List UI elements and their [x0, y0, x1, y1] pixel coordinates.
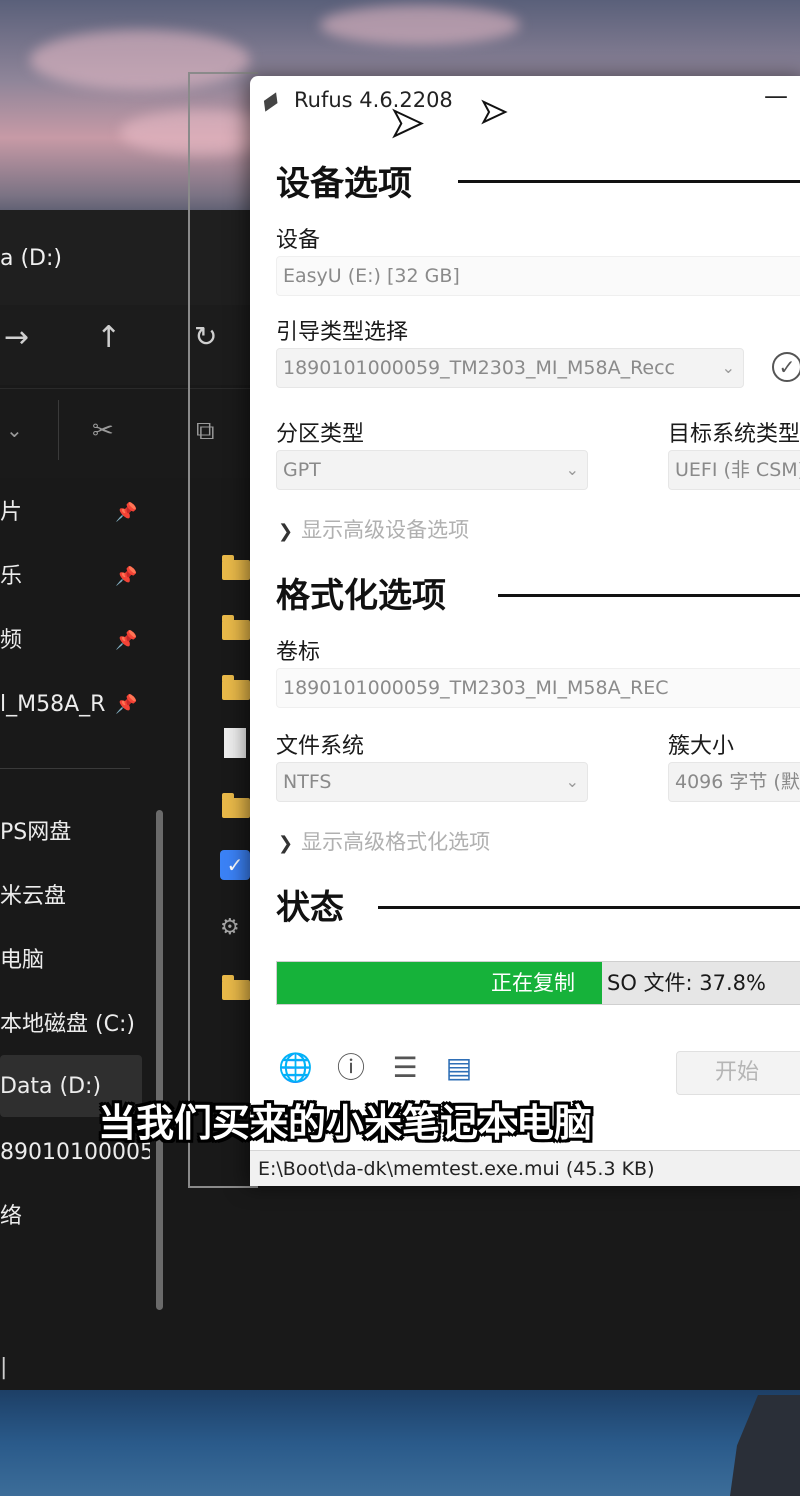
window-title: Rufus 4.6.2208 [294, 88, 453, 112]
partition-scheme-value: GPT [283, 459, 321, 481]
partition-scheme-label: 分区类型 [276, 422, 365, 447]
progress-text-highlighted: 正在复制 [491, 971, 575, 995]
target-system-label: 目标系统类型 [668, 422, 800, 447]
sidebar-scrollbar[interactable] [156, 810, 163, 1310]
sidebar-item-this-pc[interactable]: 电脑 [0, 936, 150, 986]
pin-icon: 📌 [115, 694, 138, 715]
file-system-select[interactable]: NTFS ⌄ [276, 762, 588, 802]
log-icon[interactable]: ▤ [442, 1051, 476, 1085]
file-system-label: 文件系统 [276, 734, 365, 759]
sidebar-item-label: 乐 [0, 564, 23, 589]
volume-label-value: 1890101000059_TM2303_MI_M58A_REC [283, 677, 669, 699]
chevron-down-icon: ⌄ [721, 358, 735, 377]
advanced-device-toggle[interactable]: ❯ 显示高级设备选项 [278, 514, 469, 544]
device-label: 设备 [276, 228, 321, 253]
sidebar-item-label: PS网盘 [0, 820, 72, 845]
forward-arrow-icon[interactable]: → [4, 320, 29, 355]
sidebar-item-network[interactable]: 络 [0, 1192, 150, 1242]
cut-icon[interactable]: ✂ [92, 416, 114, 446]
chevron-down-icon: ❯ [278, 833, 294, 854]
desktop-wallpaper-bottom [0, 1390, 800, 1496]
cluster-size-select[interactable]: 4096 字节 (默认) [668, 762, 800, 802]
explorer-title: a (D:) [0, 246, 62, 271]
progress-bar: 正在复制 SO 文件: 37.8% [276, 961, 800, 1005]
status-bar: E:\Boot\da-dk\memtest.exe.mui (45.3 KB) [250, 1150, 800, 1186]
chevron-down-icon: ⌄ [565, 772, 579, 791]
sidebar-item-local-disk-c[interactable]: 本地磁盘 (C:) [0, 1000, 150, 1050]
toolbar-divider [58, 400, 59, 460]
up-arrow-icon[interactable]: ↑ [96, 320, 121, 355]
sidebar-item-videos[interactable]: 频 📌 [0, 616, 150, 666]
mouse-cursor-icon: ➤ [479, 91, 508, 131]
sidebar-item-wps-drive[interactable]: PS网盘 [0, 808, 150, 858]
minimize-button[interactable]: — [764, 82, 788, 110]
sidebar-divider [0, 768, 130, 769]
chevron-down-icon: ❯ [278, 521, 294, 542]
progress-text-remaining: SO 文件: 37.8% [607, 971, 766, 995]
sidebar-item-label: 本地磁盘 (C:) [0, 1012, 135, 1037]
boot-selection-value: 1890101000059_TM2303_MI_M58A_Recc [283, 357, 675, 379]
settings-sliders-icon[interactable]: ☰ [388, 1051, 422, 1085]
boot-selection-label: 引导类型选择 [276, 320, 409, 345]
section-status: 状态 [276, 888, 344, 928]
section-rule [378, 906, 800, 909]
sidebar-item-music[interactable]: 乐 📌 [0, 552, 150, 602]
sidebar-item-label: l_M58A_R [0, 692, 106, 717]
section-rule [458, 180, 800, 183]
device-value: EasyU (E:) [32 GB] [283, 265, 460, 287]
target-system-value: UEFI (非 CSM) [675, 459, 800, 481]
sidebar-item-label: 络 [0, 1204, 23, 1229]
selection-outline [188, 72, 258, 1188]
sidebar-item-label: 米云盘 [0, 884, 67, 909]
check-button[interactable]: ✓ [772, 352, 800, 382]
advanced-device-label: 显示高级设备选项 [301, 518, 470, 542]
start-button[interactable]: 开始 [676, 1051, 800, 1095]
sidebar-item-mi-cloud[interactable]: 米云盘 [0, 872, 150, 922]
advanced-format-label: 显示高级格式化选项 [301, 830, 491, 854]
pin-icon: 📌 [115, 630, 138, 651]
video-subtitle: 当我们买来的小米笔记本电脑 [97, 1101, 592, 1145]
sidebar-item-pictures[interactable]: 片 📌 [0, 488, 150, 538]
target-system-select[interactable]: UEFI (非 CSM) [668, 450, 800, 490]
rufus-window[interactable]: ▰ Rufus 4.6.2208 — 设备选项 设备 EasyU (E:) [3… [250, 76, 800, 1186]
section-device-options: 设备选项 [276, 164, 412, 204]
cluster-size-value: 4096 字节 (默认) [675, 771, 800, 793]
file-system-value: NTFS [283, 771, 332, 793]
sidebar-item-label: 片 [0, 500, 23, 525]
pin-icon: 📌 [115, 566, 138, 587]
progress-text: 正在复制 SO 文件: 37.8% [277, 962, 800, 1004]
mouse-cursor-icon: ➤ [389, 99, 424, 147]
boot-selection-select[interactable]: 1890101000059_TM2303_MI_M58A_Recc ⌄ [276, 348, 744, 388]
advanced-format-toggle[interactable]: ❯ 显示高级格式化选项 [278, 826, 490, 856]
info-icon[interactable]: ⓘ [334, 1051, 368, 1085]
sidebar-item-label: 电脑 [0, 948, 45, 973]
globe-icon[interactable]: 🌐 [278, 1051, 313, 1085]
chevron-down-icon[interactable]: ⌄ [6, 418, 23, 442]
volume-label-label: 卷标 [276, 640, 321, 665]
section-format-options: 格式化选项 [276, 576, 446, 616]
section-rule [498, 594, 800, 597]
pin-icon: 📌 [115, 502, 138, 523]
sidebar-item-label: 频 [0, 628, 23, 653]
volume-label-input[interactable]: 1890101000059_TM2303_MI_M58A_REC [276, 668, 800, 708]
chevron-down-icon: ⌄ [565, 460, 579, 479]
device-select[interactable]: EasyU (E:) [32 GB] [276, 256, 800, 296]
sidebar-item-recovery-folder[interactable]: l_M58A_R 📌 [0, 680, 150, 730]
usb-drive-icon: ▰ [253, 82, 287, 120]
status-text: | [0, 1355, 8, 1380]
partition-scheme-select[interactable]: GPT ⌄ [276, 450, 588, 490]
cluster-size-label: 簇大小 [668, 734, 735, 759]
rufus-titlebar[interactable]: ▰ Rufus 4.6.2208 — [250, 76, 800, 126]
